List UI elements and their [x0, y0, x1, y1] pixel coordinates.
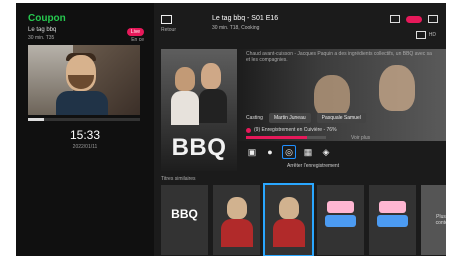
lock-icon	[428, 15, 438, 23]
card-title-plate-pink	[327, 201, 354, 213]
card-title-plate-blue	[325, 215, 356, 227]
action-hd-icon[interactable]: ◈	[320, 146, 332, 158]
record-text: (9) Enregistrement en Cuivière - 76%	[254, 127, 337, 133]
channel-subtitle: 30 min. T35	[28, 35, 55, 41]
channel-right-meta: En ce	[131, 37, 144, 43]
similar-card[interactable]: BBQ	[161, 185, 208, 255]
record-line: (9) Enregistrement en Cuivière - 76%	[246, 127, 337, 133]
see-more-link[interactable]: Voir plus	[351, 135, 370, 141]
record-progress-fill	[246, 136, 307, 139]
program-meta: 30 min. T18, Cooking	[212, 25, 260, 31]
similar-section-label: Titres similaires	[161, 176, 196, 182]
program-poster: BBQ	[161, 49, 237, 171]
hero-person-left	[314, 75, 350, 117]
back-button[interactable]: Retour	[161, 15, 176, 33]
action-label: Arrêter l'enregistrement	[287, 163, 340, 169]
similar-card[interactable]	[213, 185, 260, 255]
tv-frame: Coupon Le tag bbq 30 min. T35 Live En ce…	[16, 3, 446, 256]
mini-player-progress-fill	[28, 118, 44, 121]
card-person	[279, 197, 299, 219]
card-outfit	[273, 219, 305, 247]
similar-card-selected[interactable]	[265, 185, 312, 255]
mini-player[interactable]	[28, 45, 140, 115]
poster-person-2	[201, 63, 221, 89]
action-copy-icon[interactable]: ▣	[246, 146, 258, 158]
action-image-icon[interactable]: ▦	[302, 146, 314, 158]
left-panel: Coupon Le tag bbq 30 min. T35 Live En ce…	[16, 3, 154, 256]
program-title: Le tag bbq - S01 E16	[212, 15, 279, 22]
more-content-card[interactable]: Plus de contenu	[421, 185, 446, 255]
back-icon	[161, 15, 172, 24]
casting-chip-1[interactable]: Martin Juneau	[268, 113, 311, 123]
big-time: 15:33	[69, 128, 101, 142]
card-title: BBQ	[171, 207, 198, 221]
casting-row: Casting Martin Juneau Pasquale Samuel	[246, 113, 366, 123]
card-title-plate-blue	[377, 215, 408, 227]
hd-row: HD	[415, 31, 436, 39]
casting-label: Casting	[246, 115, 263, 121]
program-description: Chaud avant-cuisson - Jacques Paquin a d…	[246, 51, 432, 63]
brand-logo: Coupon	[28, 13, 66, 24]
hd-text: HD	[428, 32, 436, 38]
back-label: Retour	[161, 27, 177, 33]
action-play-icon[interactable]: ●	[264, 146, 276, 158]
similar-card[interactable]	[317, 185, 364, 255]
live-badge: Live	[126, 28, 144, 36]
similar-carousel: BBQ Plus de contenu	[161, 185, 446, 255]
casting-chip-2[interactable]: Pasquale Samuel	[316, 113, 366, 123]
hero-person-right	[379, 65, 415, 111]
status-pill	[406, 15, 422, 23]
poster-body-1	[171, 91, 199, 125]
card-outfit	[221, 219, 253, 247]
card-person	[227, 197, 247, 219]
details-panel: Retour Le tag bbq - S01 E16 30 min. T18,…	[154, 3, 446, 256]
person-shirt	[56, 91, 108, 115]
big-date: 2022/01/11	[72, 144, 98, 150]
action-stop-record-icon[interactable]: ◎	[282, 145, 296, 159]
similar-card[interactable]	[369, 185, 416, 255]
poster-text: BBQ	[171, 134, 227, 161]
more-content-label: Plus de contenu	[435, 214, 446, 226]
record-dot-icon	[246, 127, 251, 133]
hd-icon	[415, 31, 426, 39]
poster-body-2	[199, 89, 227, 123]
subtitle-icon	[390, 15, 400, 23]
channel-title: Le tag bbq	[28, 27, 57, 33]
action-buttons: ▣ ● ◎ ▦ ◈	[246, 145, 332, 159]
poster-person-1	[175, 67, 195, 91]
card-title-plate-pink	[379, 201, 406, 213]
mini-player-progress	[28, 118, 140, 121]
top-right-icons	[390, 15, 438, 23]
record-progress	[246, 136, 326, 139]
